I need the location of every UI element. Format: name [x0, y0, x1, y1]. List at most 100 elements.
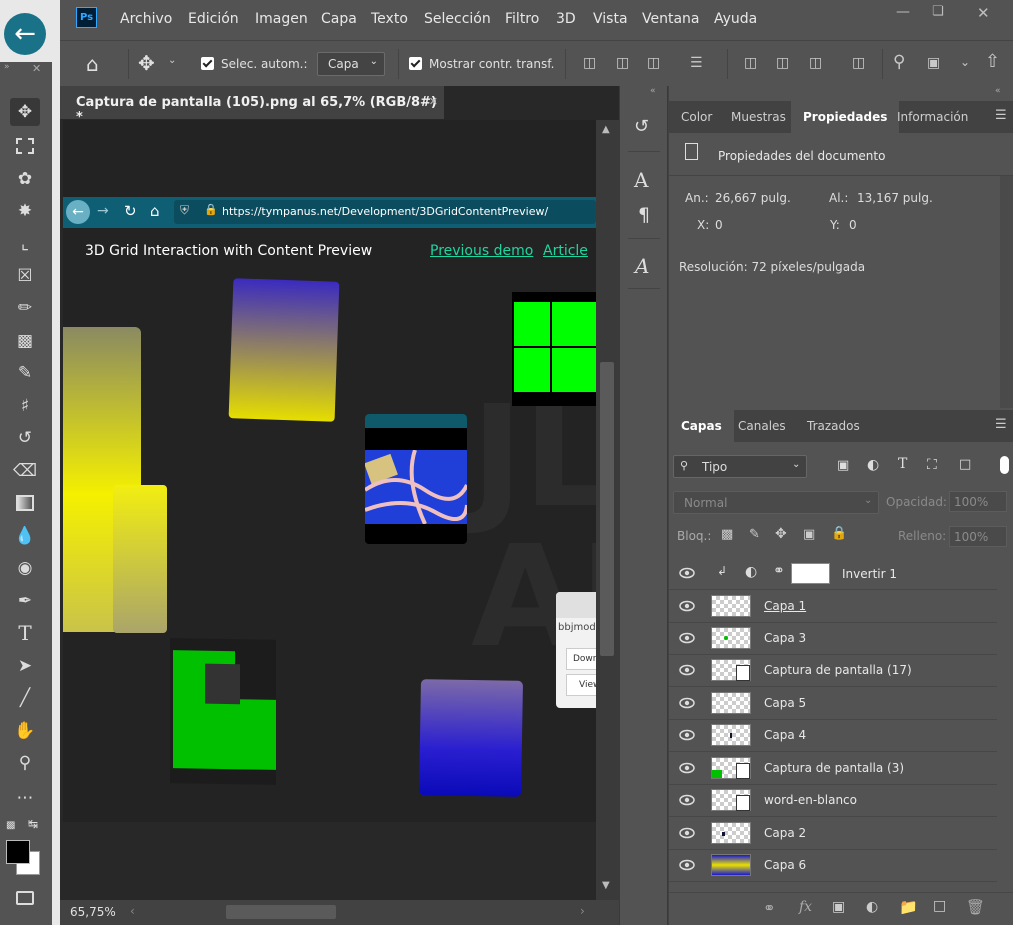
type-tool-icon[interactable]: T — [10, 619, 40, 647]
collapse-icon[interactable]: » — [4, 62, 10, 72]
visibility-eye-icon[interactable] — [679, 600, 695, 612]
tab-trazados[interactable]: Trazados — [807, 419, 860, 433]
filter-shape-icon[interactable]: ⛶ — [927, 457, 937, 473]
layer-row[interactable]: Captura de pantalla (17) — [669, 655, 997, 687]
eyedropper-tool-icon[interactable]: ✏ — [10, 294, 40, 322]
tab-color[interactable]: Color — [681, 110, 712, 124]
new-adjustment-icon[interactable]: ◐ — [866, 899, 878, 915]
panel-menu-icon[interactable]: ☰ — [995, 108, 1007, 123]
visibility-eye-icon[interactable] — [679, 664, 695, 676]
layer-row[interactable]: Capa 4 — [669, 720, 997, 752]
foreground-color-swatch[interactable] — [6, 840, 30, 864]
home-icon[interactable]: ⌂ — [86, 52, 99, 76]
opacity-input[interactable]: 100% — [949, 491, 1007, 512]
visibility-eye-icon[interactable] — [679, 762, 695, 774]
vertical-scrollbar[interactable]: ▲ ▼ — [596, 120, 619, 902]
menu-edicion[interactable]: Edición — [188, 11, 239, 27]
fx-icon[interactable]: fx — [799, 899, 812, 915]
menu-vista[interactable]: Vista — [593, 11, 628, 27]
dodge-tool-icon[interactable]: ◉ — [10, 554, 40, 582]
panel-menu-icon[interactable]: ☰ — [995, 417, 1007, 432]
filter-toggle[interactable] — [1000, 456, 1009, 474]
quick-mask-icon[interactable] — [10, 884, 40, 912]
scroll-down-icon[interactable]: ▼ — [602, 880, 610, 891]
chevron-down-icon[interactable]: ⌄ — [168, 55, 176, 66]
align-bottom-icon[interactable]: ◫ — [809, 55, 822, 71]
new-layer-icon[interactable]: □ — [933, 898, 946, 914]
move-tool-icon[interactable]: ✥ — [10, 98, 40, 126]
menu-texto[interactable]: Texto — [371, 11, 408, 27]
properties-scrollbar[interactable] — [1000, 176, 1013, 408]
layer-row[interactable]: Captura de pantalla (3) — [669, 753, 997, 785]
crop-tool-icon[interactable]: ⌞ — [10, 230, 40, 258]
menu-ventana[interactable]: Ventana — [642, 11, 700, 27]
width-value[interactable]: 26,667 pulg. — [715, 191, 791, 205]
y-value[interactable]: 0 — [849, 218, 857, 232]
layer-row[interactable]: Capa 1 — [669, 591, 997, 623]
default-colors-icon[interactable]: ▩ — [6, 820, 15, 831]
visibility-eye-icon[interactable] — [679, 632, 695, 644]
link-layers-icon[interactable]: ⚭ — [763, 899, 776, 917]
tab-canales[interactable]: Canales — [738, 419, 786, 433]
close-icon[interactable]: ✕ — [32, 62, 41, 75]
path-selection-tool-icon[interactable]: ➤ — [10, 652, 40, 680]
eraser-tool-icon[interactable]: ⌫ — [10, 457, 40, 485]
stamp-tool-icon[interactable]: ♯ — [10, 392, 40, 420]
new-group-icon[interactable]: 📁 — [899, 898, 918, 916]
marquee-tool-icon[interactable] — [10, 132, 40, 160]
height-value[interactable]: 13,167 pulg. — [857, 191, 933, 205]
paragraph-panel-icon[interactable]: ¶ — [638, 204, 650, 226]
menu-filtro[interactable]: Filtro — [505, 11, 539, 27]
lock-pixels-icon[interactable]: ✎ — [749, 527, 760, 542]
more-tools-icon[interactable]: ⋯ — [10, 784, 40, 812]
tab-informacion[interactable]: Información — [897, 110, 968, 124]
character-panel-icon[interactable]: A — [634, 168, 648, 192]
move-tool-icon[interactable]: ✥ — [138, 51, 155, 75]
layer-row[interactable]: Capa 2 — [669, 818, 997, 850]
tab-muestras[interactable]: Muestras — [731, 110, 786, 124]
lock-transparent-icon[interactable]: ▩ — [721, 527, 733, 542]
visibility-eye-icon[interactable] — [679, 697, 695, 709]
workspace-icon[interactable]: ▣ — [927, 55, 940, 71]
auto-select-dropdown[interactable]: Capa ⌄ — [317, 52, 385, 76]
distribute-vertical-icon[interactable]: ◫ — [852, 55, 865, 71]
align-top-icon[interactable]: ◫ — [744, 55, 757, 71]
add-mask-icon[interactable]: ▣ — [832, 899, 845, 915]
menu-ayuda[interactable]: Ayuda — [714, 11, 757, 27]
zoom-level[interactable]: 65,75% — [70, 905, 116, 919]
filter-type-icon[interactable]: T — [898, 456, 907, 472]
frame-tool-icon[interactable]: ☒ — [10, 262, 40, 290]
layer-row[interactable]: word-en-blanco — [669, 785, 997, 817]
back-arrow-icon[interactable]: ← — [4, 13, 46, 55]
lock-all-icon[interactable]: 🔒 — [831, 526, 847, 541]
menu-archivo[interactable]: Archivo — [120, 11, 172, 27]
align-middle-icon[interactable]: ◫ — [776, 55, 789, 71]
close-icon[interactable]: ✕ — [977, 4, 990, 22]
lock-position-icon[interactable]: ✥ — [775, 526, 787, 542]
scroll-left-icon[interactable]: ‹ — [130, 904, 135, 918]
canvas[interactable]: ← → ↻ ⌂ ⛨ 🔒 https://tympanus.net/Develop… — [63, 120, 596, 822]
lasso-tool-icon[interactable]: ✿ — [10, 165, 40, 193]
horizontal-scroll-thumb[interactable] — [226, 905, 336, 919]
align-center-icon[interactable]: ◫ — [616, 55, 629, 71]
collapse-icon[interactable]: « — [995, 86, 1001, 96]
swap-colors-icon[interactable]: ↹ — [28, 817, 38, 831]
layer-row[interactable]: Capa 6 — [669, 850, 997, 882]
zoom-tool-icon[interactable]: ⚲ — [10, 749, 40, 777]
distribute-icon[interactable]: ☰ — [690, 55, 703, 71]
show-transform-checkbox[interactable] — [409, 57, 422, 70]
lock-artboard-icon[interactable]: ▣ — [803, 527, 815, 542]
tab-propiedades[interactable]: Propiedades — [791, 101, 900, 133]
history-brush-tool-icon[interactable]: ↺ — [10, 424, 40, 452]
visibility-eye-icon[interactable] — [679, 859, 695, 871]
layer-row[interactable]: Capa 3 — [669, 623, 997, 655]
menu-imagen[interactable]: Imagen — [255, 11, 308, 27]
history-panel-icon[interactable]: ↺ — [634, 116, 649, 137]
search-icon[interactable]: ⚲ — [893, 52, 905, 72]
maximize-icon[interactable]: ❏ — [932, 4, 944, 19]
healing-brush-tool-icon[interactable]: ▩ — [10, 327, 40, 355]
scroll-right-icon[interactable]: › — [580, 904, 585, 918]
workspace-chevron-icon[interactable]: ⌄ — [960, 55, 970, 69]
blur-tool-icon[interactable]: 💧 — [10, 522, 40, 550]
fill-input[interactable]: 100% — [949, 526, 1007, 547]
